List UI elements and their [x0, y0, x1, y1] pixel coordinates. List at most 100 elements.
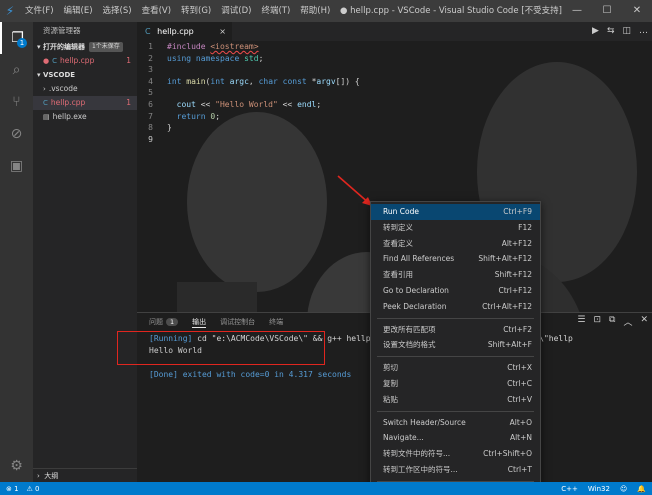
- code-line[interactable]: 5: [137, 87, 652, 99]
- code-line[interactable]: 2 using namespace std;: [137, 53, 652, 65]
- errors-indicator[interactable]: ⊗ 1: [6, 485, 19, 493]
- menu-item[interactable]: 选择(S): [98, 0, 137, 22]
- extensions-icon[interactable]: ▣: [0, 150, 33, 182]
- tree-item-label: hellp.cpp: [50, 98, 86, 107]
- tab-output[interactable]: 输出: [192, 317, 207, 328]
- bell-icon[interactable]: 🔔: [637, 485, 646, 493]
- context-menu-item[interactable]: Peek Declaration Ctrl+Alt+F12: [371, 299, 540, 315]
- activity-bar: ❐ 1 ⌕ ⑂ ⊘ ▣ ⚙: [0, 22, 33, 482]
- tab-hellp-cpp[interactable]: C hellp.cpp ×: [137, 22, 232, 41]
- code-line[interactable]: 3: [137, 64, 652, 76]
- menu-item-shortcut: Alt+F12: [501, 238, 532, 248]
- folder-section[interactable]: ▾ VSCODE: [33, 68, 137, 82]
- code-line[interactable]: 7 return 0;: [137, 111, 652, 123]
- tree-item[interactable]: ▤ hellp.exe: [33, 110, 137, 124]
- menu-item[interactable]: 终端(T): [256, 0, 295, 22]
- context-menu-item[interactable]: 查看定义 Alt+F12: [371, 236, 540, 252]
- menu-item-shortcut: Shift+Alt+F: [487, 340, 532, 350]
- menu-item-shortcut: Ctrl+C: [507, 378, 532, 388]
- cpp-file-icon: C: [145, 27, 151, 36]
- more-icon[interactable]: …: [639, 22, 648, 41]
- menu-item-label: 转到定义: [383, 222, 413, 232]
- context-menu-item[interactable]: Find All References Shift+Alt+F12: [371, 251, 540, 267]
- code-line[interactable]: 8}: [137, 122, 652, 134]
- explorer-icon[interactable]: ❐ 1: [0, 22, 33, 54]
- tab-problems[interactable]: 问题 1: [149, 317, 179, 327]
- code-editor[interactable]: 1 #include <iostream> 2 using namespace std…: [137, 41, 652, 145]
- menu-item[interactable]: 调试(D): [216, 0, 256, 22]
- menu-item-shortcut: Ctrl+F9: [503, 207, 532, 216]
- context-menu-item[interactable]: 复制 Ctrl+C: [371, 376, 540, 392]
- menu-item-shortcut: Ctrl+T: [507, 464, 532, 474]
- code-line[interactable]: 4 int main(int argc, char const *argv[]) …: [137, 76, 652, 88]
- context-menu-item[interactable]: Run Code Ctrl+F9: [371, 204, 540, 220]
- folder-label: VSCODE: [42, 71, 76, 79]
- menu-item[interactable]: 转到(G): [176, 0, 216, 22]
- warnings-indicator[interactable]: ⚠ 0: [27, 485, 40, 493]
- context-menu-item[interactable]: Go to Declaration Ctrl+F12: [371, 283, 540, 299]
- menu-bar: 文件(F) 编辑(E) 选择(S) 查看(V) 转到(G) 调试(D) 终端(T) 帮助(H): [20, 0, 335, 22]
- line-number: 9: [148, 134, 153, 144]
- code-line[interactable]: 9: [137, 134, 652, 146]
- menu-item-label: 查看引用: [383, 270, 413, 280]
- search-icon[interactable]: ⌕: [0, 54, 33, 86]
- context-menu-item[interactable]: 查看引用 Shift+F12: [371, 267, 540, 283]
- menu-item-label: 剪切: [383, 363, 398, 373]
- outline-section[interactable]: › 大纲: [33, 468, 137, 482]
- status-bar: ⊗ 1 ⚠ 0 C++ Win32 ☺ 🔔: [0, 482, 652, 495]
- context-menu-item[interactable]: 转到定义 F12: [371, 220, 540, 236]
- context-menu-item[interactable]: 转到文件中的符号... Ctrl+Shift+O: [371, 446, 540, 462]
- source-control-icon[interactable]: ⑂: [0, 86, 33, 118]
- chevron-up-icon[interactable]: ︿: [623, 315, 632, 328]
- context-menu-item[interactable]: 转到工作区中的符号... Ctrl+T: [371, 462, 540, 478]
- menu-item[interactable]: 文件(F): [20, 0, 59, 22]
- close-panel-icon[interactable]: ✕: [640, 315, 648, 328]
- tree-item[interactable]: › .vscode: [33, 82, 137, 96]
- menu-item-label: Navigate...: [383, 433, 424, 443]
- tree-item[interactable]: C hellp.cpp 1: [33, 96, 137, 110]
- menu-item[interactable]: 编辑(E): [59, 0, 98, 22]
- code-line[interactable]: 6 cout << "Hello World" << endl;: [137, 99, 652, 111]
- tab-debug-console[interactable]: 调试控制台: [220, 317, 255, 327]
- context-menu-item[interactable]: 粘贴 Ctrl+V: [371, 392, 540, 408]
- menu-item[interactable]: 帮助(H): [295, 0, 335, 22]
- menu-separator: [377, 410, 534, 412]
- language-mode[interactable]: C++: [561, 485, 578, 493]
- close-button[interactable]: ✕: [622, 0, 652, 22]
- context-menu-item[interactable]: Navigate... Alt+N: [371, 430, 540, 446]
- gear-icon[interactable]: ⚙: [0, 458, 33, 474]
- split-editor-icon[interactable]: ◫: [622, 22, 631, 41]
- context-menu-item[interactable]: 更改所有匹配项 Ctrl+F2: [371, 322, 540, 338]
- context-menu-item[interactable]: 剪切 Ctrl+X: [371, 360, 540, 376]
- menu-item[interactable]: 查看(V): [137, 0, 176, 22]
- filter-icon[interactable]: ☰: [577, 315, 585, 328]
- title-bar: ⚡ 文件(F) 编辑(E) 选择(S) 查看(V) 转到(G) 调试(D) 终端(T) 帮助(…: [0, 0, 652, 22]
- context-menu-item[interactable]: 设置文档的格式 Shift+Alt+F: [371, 337, 540, 353]
- close-icon[interactable]: ×: [219, 22, 226, 41]
- clear-output-icon[interactable]: ⧉: [609, 315, 615, 328]
- tab-terminal[interactable]: 终端: [269, 317, 283, 327]
- menu-item-label: 粘贴: [383, 394, 398, 404]
- menu-item-label: Find All References: [383, 254, 455, 264]
- lock-icon[interactable]: ⊡: [593, 315, 601, 328]
- context-menu-item[interactable]: Switch Header/Source Alt+O: [371, 415, 540, 431]
- open-editor-item[interactable]: ● C hellp.cpp 1: [33, 54, 137, 68]
- open-editors-section[interactable]: ▾ 打开的编辑器 1个未保存: [33, 40, 137, 54]
- maximize-button[interactable]: ☐: [592, 0, 622, 22]
- debug-icon[interactable]: ⊘: [0, 118, 33, 150]
- line-number: 6: [148, 99, 153, 109]
- feedback-icon[interactable]: ☺: [620, 485, 627, 493]
- menu-item-shortcut: Ctrl+F2: [503, 324, 532, 334]
- code-text: }: [167, 123, 172, 133]
- menu-item-shortcut: Ctrl+V: [507, 394, 532, 404]
- platform-indicator[interactable]: Win32: [588, 485, 610, 493]
- menu-item-label: 复制: [383, 378, 398, 388]
- compare-icon[interactable]: ⇆: [607, 22, 615, 41]
- line-number: 1: [148, 42, 153, 51]
- close-icon[interactable]: ●: [43, 54, 49, 68]
- code-text: using namespace std;: [167, 53, 264, 63]
- code-line[interactable]: 1 #include <iostream>: [137, 41, 652, 53]
- line-number: 5: [148, 88, 153, 98]
- run-icon[interactable]: ▶: [592, 22, 599, 41]
- minimize-button[interactable]: —: [562, 0, 592, 22]
